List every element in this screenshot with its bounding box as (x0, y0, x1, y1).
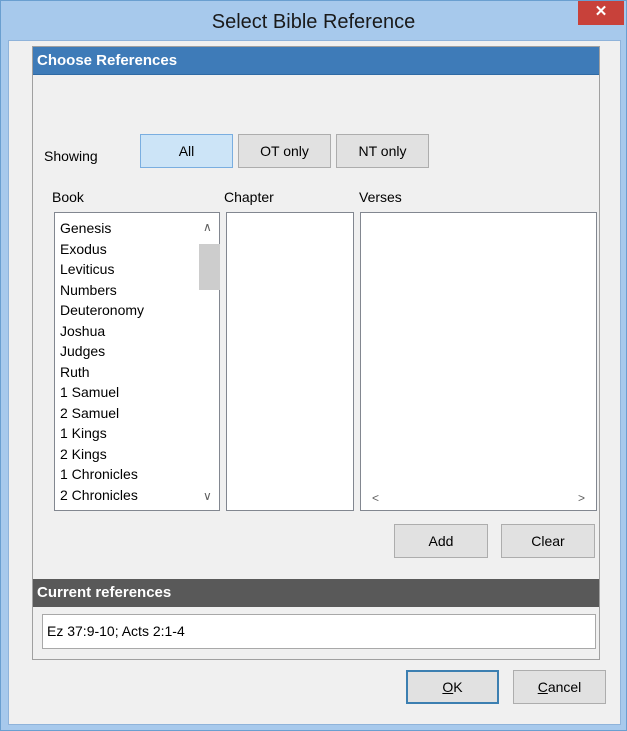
add-button[interactable]: Add (394, 524, 488, 558)
filter-nt-button[interactable]: NT only (336, 134, 429, 168)
ok-label: K (453, 679, 463, 695)
showing-label: Showing (44, 148, 98, 164)
ok-button[interactable]: OK (406, 670, 499, 704)
book-list-item[interactable]: Leviticus (60, 259, 114, 279)
book-list[interactable]: Genesis Exodus Leviticus Numbers Deuteronomy… (54, 212, 220, 511)
window-title: Select Bible Reference (211, 11, 416, 33)
book-list-item[interactable]: Exodus (60, 239, 107, 259)
close-icon: ✕ (594, 3, 608, 20)
book-list-item[interactable]: Joshua (60, 321, 105, 341)
current-references-header: Current references (33, 579, 599, 607)
close-button[interactable]: ✕ (578, 1, 624, 25)
book-list-item[interactable]: Genesis (60, 218, 111, 238)
cancel-label: ancel (547, 679, 582, 695)
filter-ot-button[interactable]: OT only (238, 134, 331, 168)
cancel-mnemonic: C (537, 679, 548, 695)
chapter-list[interactable] (226, 212, 354, 511)
title-bar: Select Bible Reference ✕ (1, 1, 626, 40)
filter-all-button[interactable]: All (140, 134, 233, 168)
book-list-item[interactable]: 2 Chronicles (60, 485, 138, 505)
book-list-item[interactable]: 1 Samuel (60, 382, 119, 402)
book-list-item[interactable]: 1 Kings (60, 423, 107, 443)
book-list-item[interactable]: Deuteronomy (60, 300, 144, 320)
chevron-right-icon[interactable]: > (578, 491, 585, 505)
chapter-label: Chapter (224, 189, 274, 205)
current-references-field[interactable]: Ez 37:9-10; Acts 2:1-4 (42, 614, 596, 649)
book-list-scrollbar[interactable]: ∧ ∨ (199, 214, 220, 509)
cancel-button[interactable]: Cancel (513, 670, 606, 704)
chevron-left-icon[interactable]: < (372, 491, 379, 505)
book-list-item[interactable]: Judges (60, 341, 105, 361)
book-label: Book (52, 189, 84, 205)
scrollbar-thumb[interactable] (199, 244, 220, 290)
references-panel: Choose References Showing All OT only NT… (32, 46, 600, 660)
clear-button[interactable]: Clear (501, 524, 595, 558)
verses-label: Verses (359, 189, 402, 205)
dialog-window: Select Bible Reference ✕ Choose Referenc… (0, 0, 627, 731)
book-list-item[interactable]: Numbers (60, 280, 117, 300)
verses-list[interactable]: < > (360, 212, 597, 511)
chevron-up-icon[interactable]: ∧ (203, 220, 212, 234)
book-list-item[interactable]: 2 Samuel (60, 403, 119, 423)
verses-horizontal-scrollbar[interactable]: < > (362, 490, 595, 509)
book-list-item[interactable]: 1 Chronicles (60, 464, 138, 484)
book-list-item[interactable]: 2 Kings (60, 444, 107, 464)
book-list-item[interactable]: Ruth (60, 362, 90, 382)
ok-mnemonic: O (442, 679, 454, 695)
chevron-down-icon[interactable]: ∨ (203, 489, 212, 503)
choose-references-header: Choose References (33, 47, 599, 75)
